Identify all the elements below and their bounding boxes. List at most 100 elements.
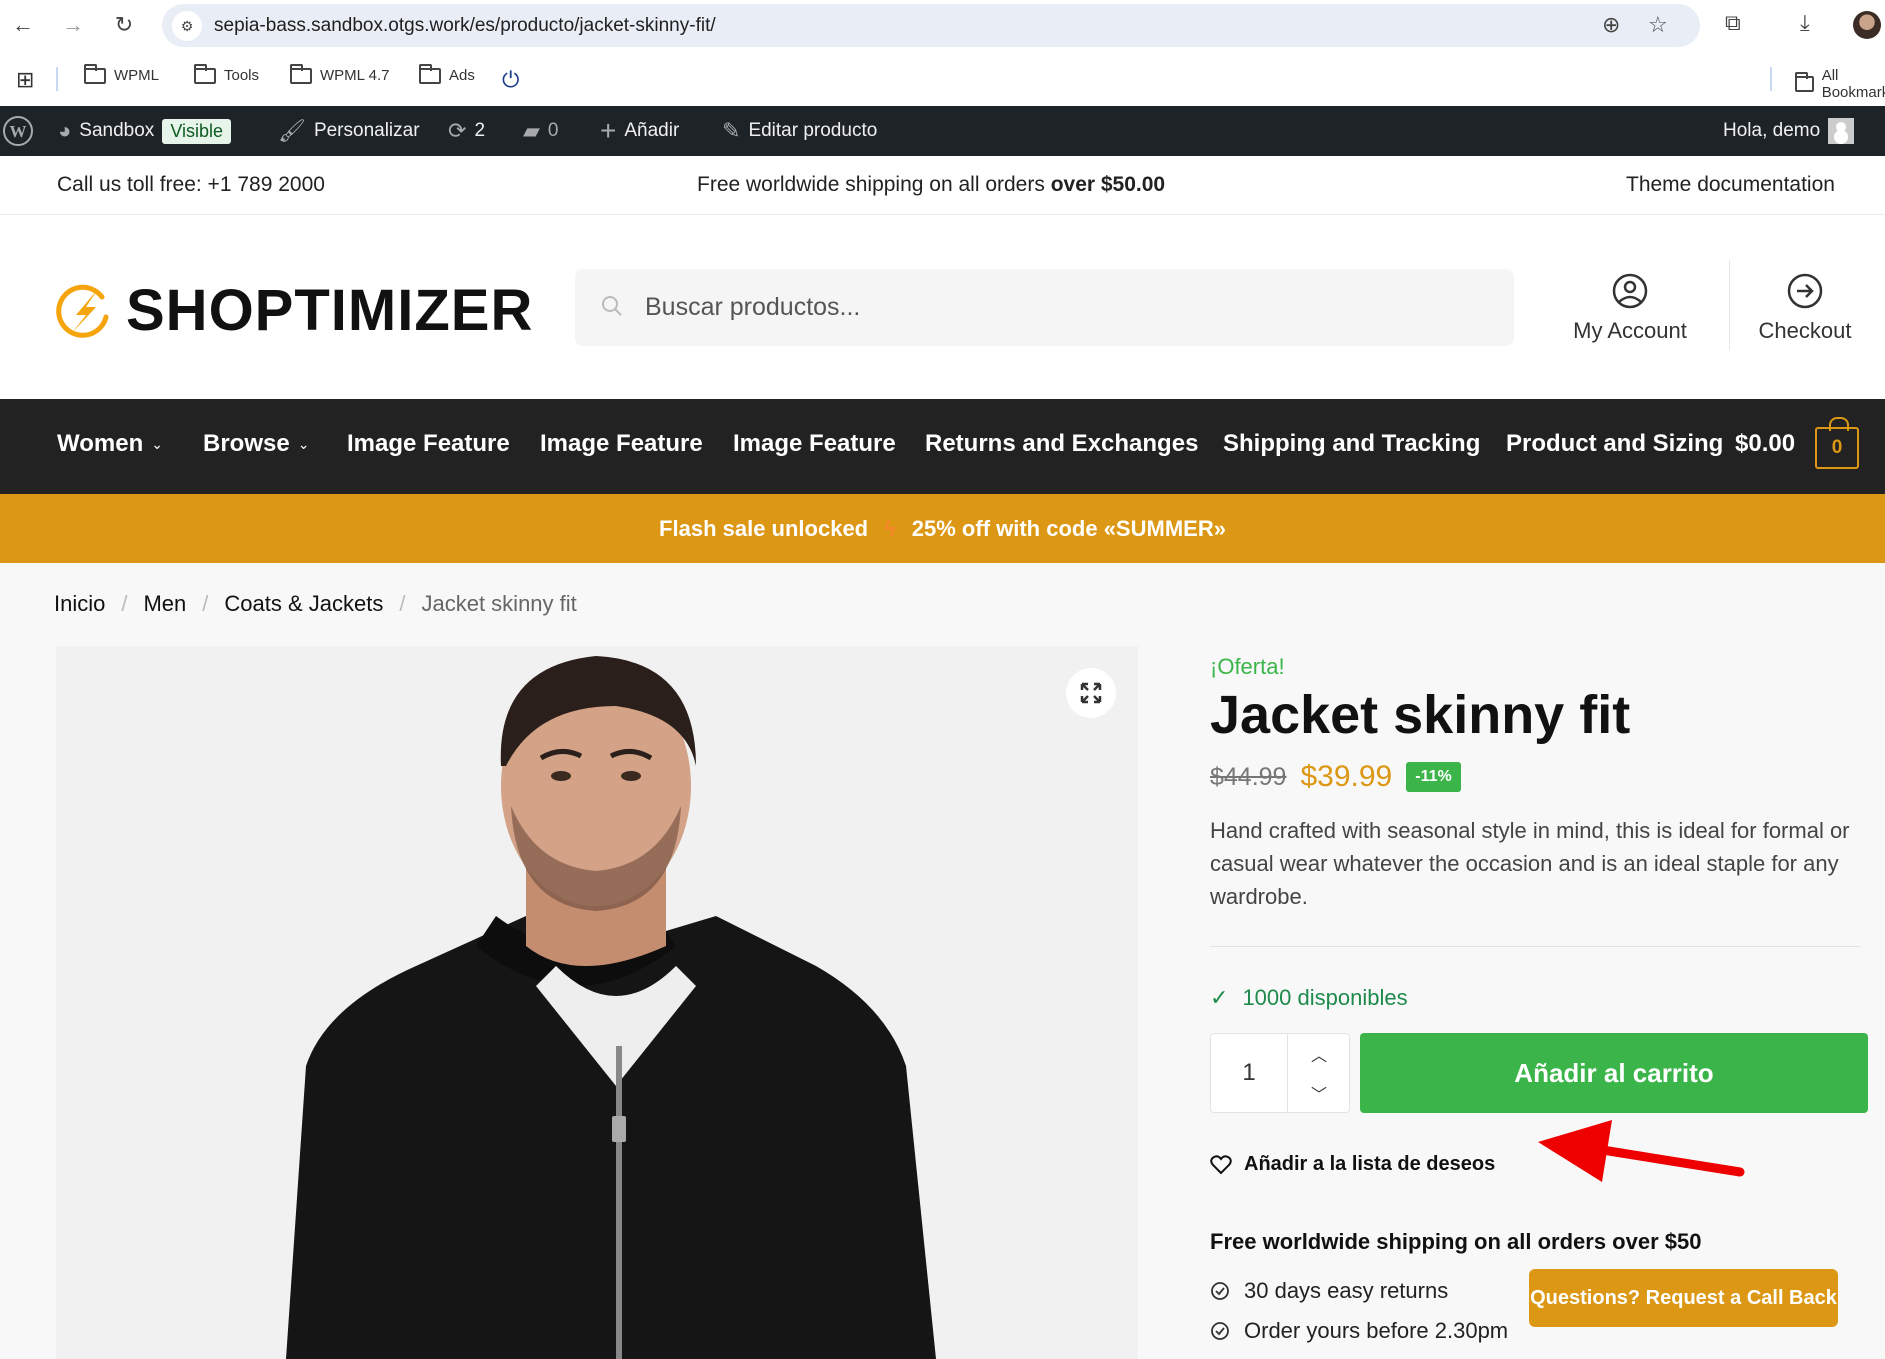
- user-circle-icon: [1612, 273, 1648, 309]
- my-account-link[interactable]: My Account: [1555, 272, 1705, 344]
- edit-product-link[interactable]: ✎ Editar producto: [722, 106, 877, 156]
- checkout-link[interactable]: Checkout: [1730, 272, 1880, 344]
- breadcrumb-current: Jacket skinny fit: [421, 591, 577, 616]
- product-image-gallery[interactable]: [56, 646, 1138, 1359]
- quantity-arrows: ︿ ﹀: [1287, 1034, 1349, 1112]
- breadcrumb-separator: /: [121, 591, 128, 616]
- wordpress-logo-button[interactable]: W: [2, 106, 34, 156]
- nav-item-shipping[interactable]: Shipping and Tracking: [1223, 430, 1480, 458]
- nav-item-returns[interactable]: Returns and Exchanges: [925, 430, 1198, 458]
- url-text[interactable]: sepia-bass.sandbox.otgs.work/es/producto…: [214, 15, 716, 37]
- heart-icon: [1210, 1154, 1232, 1174]
- quantity-input[interactable]: [1211, 1034, 1287, 1112]
- back-icon[interactable]: ←: [8, 10, 38, 40]
- check-icon: ✓: [1210, 985, 1229, 1010]
- product-search[interactable]: [575, 269, 1514, 346]
- check-circle-icon: [1211, 1322, 1229, 1340]
- bookmark-folder[interactable]: WPML: [84, 63, 159, 84]
- search-input[interactable]: [645, 287, 1485, 327]
- add-to-wishlist-link[interactable]: Añadir a la lista de deseos: [1210, 1153, 1495, 1176]
- breadcrumb-link[interactable]: Inicio: [54, 591, 105, 617]
- all-bookmarks[interactable]: All Bookmarks: [1795, 67, 1885, 101]
- comment-icon: ▰: [523, 118, 540, 143]
- lightning-logo-icon: [56, 284, 109, 338]
- chevron-down-icon: ⌄: [297, 435, 310, 452]
- folder-icon: [194, 63, 216, 84]
- product-photo: [286, 656, 936, 1359]
- updates-link[interactable]: ⟳ 2: [448, 106, 485, 156]
- main-navigation: Women ⌄ Browse ⌄ Image Feature Image Featu…: [0, 399, 1885, 494]
- folder-icon: [419, 63, 441, 84]
- profile-avatar[interactable]: [1853, 11, 1881, 39]
- cart-bag-icon[interactable]: 0: [1815, 417, 1859, 469]
- zoom-icon[interactable]: ⊕: [1602, 12, 1620, 38]
- site-header: SHOPTIMIZER My Account Checkout: [0, 215, 1885, 399]
- pencil-icon: ✎: [722, 118, 741, 143]
- bookmark-folder[interactable]: Tools: [194, 63, 259, 84]
- cart-total[interactable]: $0.00: [1735, 430, 1795, 458]
- chevron-down-icon[interactable]: ﹀: [1288, 1073, 1350, 1112]
- bookmark-folder[interactable]: Ads: [419, 63, 475, 84]
- red-annotation-arrow-icon: [1538, 1120, 1745, 1182]
- breadcrumb-separator: /: [399, 591, 406, 616]
- discount-badge: -11%: [1406, 762, 1461, 792]
- bookmarks-bar: ⊞ WPML Tools WPML 4.7 Ads ⏻ All Bookmark…: [0, 53, 1885, 106]
- request-callback-button[interactable]: Questions? Request a Call Back: [1529, 1269, 1838, 1327]
- add-new-menu[interactable]: + Añadir: [600, 106, 679, 156]
- sale-price: $39.99: [1300, 760, 1393, 793]
- wp-admin-bar: W ◕ Sandbox Visible 🖌 Personalizar ⟳ 2 ▰…: [0, 106, 1885, 156]
- breadcrumb-link[interactable]: Men: [143, 591, 186, 617]
- product-page: Inicio / Men / Coats & Jackets / Jacket …: [0, 563, 1885, 1359]
- regular-price: $44.99: [1210, 762, 1287, 791]
- plus-icon: +: [600, 115, 617, 146]
- svg-text:W: W: [10, 122, 27, 141]
- bookmark-folder[interactable]: WPML 4.7: [290, 63, 389, 84]
- extensions-icon[interactable]: ⧉: [1725, 10, 1741, 36]
- cart-count: 0: [1831, 437, 1843, 458]
- address-bar[interactable]: ⚙ sepia-bass.sandbox.otgs.work/es/produc…: [162, 4, 1700, 47]
- wordpress-icon: W: [3, 116, 33, 146]
- power-extension-icon[interactable]: ⏻: [502, 67, 519, 93]
- account-menu[interactable]: Hola, demo: [1723, 106, 1855, 156]
- quantity-stepper[interactable]: ︿ ﹀: [1210, 1033, 1350, 1113]
- customize-link[interactable]: 🖌 Personalizar: [278, 106, 420, 156]
- nav-item-women[interactable]: Women ⌄: [57, 430, 163, 458]
- search-icon: [602, 296, 622, 316]
- lightning-icon: ϟ: [884, 515, 896, 541]
- apps-icon[interactable]: ⊞: [16, 67, 34, 93]
- reload-icon[interactable]: ↻: [109, 10, 139, 40]
- download-icon[interactable]: ⤓: [1800, 10, 1810, 36]
- site-name-menu[interactable]: ◕ Sandbox Visible: [58, 106, 232, 156]
- phone-text: Call us toll free: +1 789 2000: [57, 173, 325, 196]
- site-logo[interactable]: SHOPTIMIZER: [56, 277, 533, 344]
- arrow-circle-icon: [1787, 273, 1823, 309]
- expand-icon: [1080, 682, 1102, 704]
- check-circle-icon: [1211, 1282, 1229, 1300]
- bookmark-star-icon[interactable]: ☆: [1648, 12, 1668, 38]
- top-info-bar: Call us toll free: +1 789 2000 Free worl…: [0, 156, 1885, 215]
- theme-docs-link[interactable]: Theme documentation: [1626, 173, 1835, 197]
- breadcrumb-link[interactable]: Coats & Jackets: [224, 591, 383, 617]
- dashboard-icon: ◕: [58, 118, 72, 143]
- nav-item-image-feature[interactable]: Image Feature: [347, 430, 510, 458]
- fullscreen-button[interactable]: [1066, 668, 1116, 718]
- updates-icon: ⟳: [448, 118, 467, 143]
- visibility-badge: Visible: [162, 118, 232, 144]
- user-avatar: [1828, 118, 1855, 144]
- nav-item-browse[interactable]: Browse ⌄: [203, 430, 309, 458]
- site-settings-icon[interactable]: ⚙: [172, 11, 202, 41]
- add-to-cart-button[interactable]: Añadir al carrito: [1360, 1033, 1868, 1113]
- perk-item: Order yours before 2.30pm: [1210, 1318, 1508, 1344]
- folder-icon: [290, 63, 312, 84]
- chevron-up-icon[interactable]: ︿: [1288, 1034, 1350, 1073]
- comments-link[interactable]: ▰ 0: [523, 106, 559, 156]
- shipping-notice: Free worldwide shipping on all orders ov…: [697, 173, 1166, 196]
- nav-item-image-feature[interactable]: Image Feature: [733, 430, 896, 458]
- sale-label: ¡Oferta!: [1210, 654, 1285, 679]
- folder-icon: [84, 63, 106, 84]
- nav-item-image-feature[interactable]: Image Feature: [540, 430, 703, 458]
- folder-icon: [1795, 72, 1814, 92]
- nav-item-sizing[interactable]: Product and Sizing: [1506, 430, 1723, 458]
- browser-toolbar: ← → ↻ ⚙ sepia-bass.sandbox.otgs.work/es/…: [0, 0, 1885, 53]
- forward-icon[interactable]: →: [58, 10, 88, 40]
